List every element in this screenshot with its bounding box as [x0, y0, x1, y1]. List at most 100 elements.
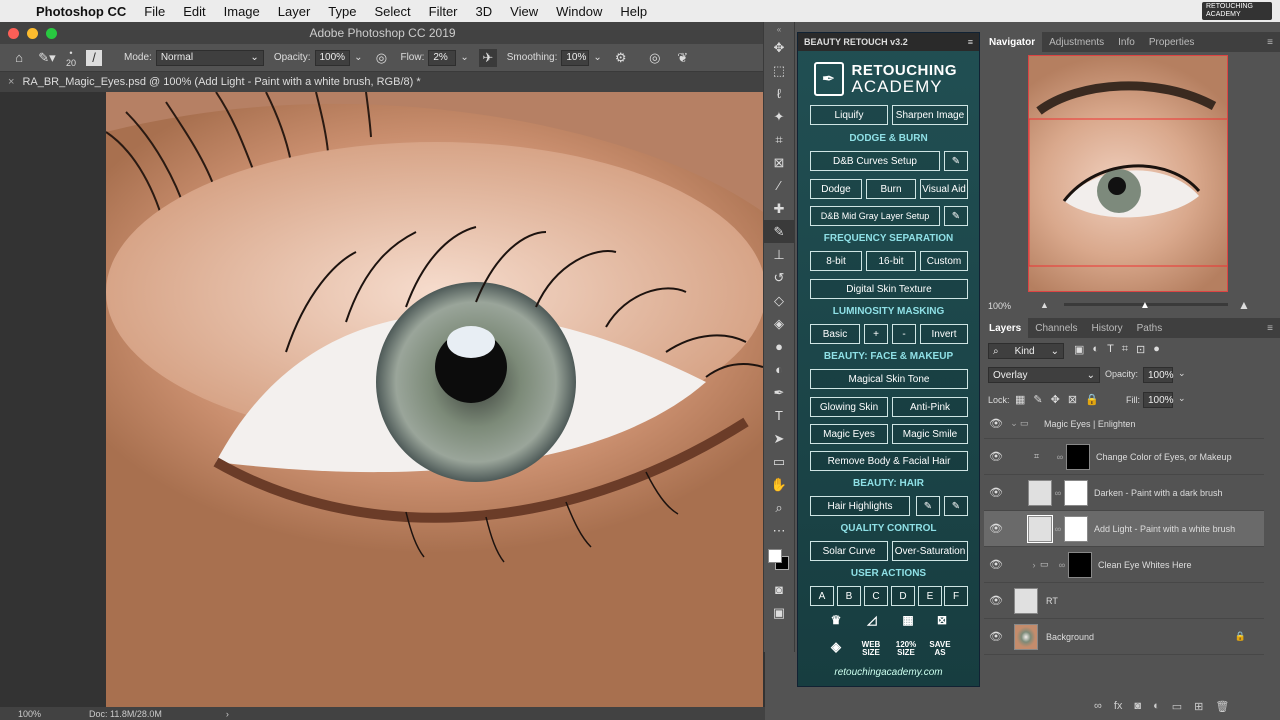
db-curves-setup-button[interactable]: D&B Curves Setup	[810, 151, 940, 171]
gear-icon[interactable]: ⚙	[612, 49, 630, 67]
size-120-button[interactable]: 120% SIZE	[893, 641, 919, 657]
lock-transparent-icon[interactable]: ▦	[1015, 393, 1025, 406]
lock-icon[interactable]: 🔒	[1235, 631, 1246, 642]
pressure-size-icon[interactable]: ◎	[646, 49, 664, 67]
type-tool-icon[interactable]: T	[764, 404, 794, 427]
lock-artboard-icon[interactable]: ⊠	[1068, 393, 1077, 406]
chevron-down-icon[interactable]: ⌄	[1008, 418, 1020, 429]
freq-16bit-button[interactable]: 16-bit	[866, 251, 916, 271]
user-action-b-button[interactable]: B	[837, 586, 861, 606]
glowing-skin-button[interactable]: Glowing Skin	[810, 397, 888, 417]
eye-icon[interactable]: 👁	[984, 522, 1008, 535]
anti-pink-button[interactable]: Anti-Pink	[892, 397, 968, 417]
tab-history[interactable]: History	[1085, 323, 1130, 334]
menu-view[interactable]: View	[510, 4, 538, 19]
link-layers-icon[interactable]: ∞	[1094, 700, 1102, 713]
freq-8bit-button[interactable]: 8-bit	[810, 251, 862, 271]
burn-button[interactable]: Burn	[866, 179, 916, 199]
tab-info[interactable]: Info	[1111, 37, 1142, 48]
user-action-f-button[interactable]: F	[944, 586, 968, 606]
over-saturation-button[interactable]: Over-Saturation	[892, 541, 968, 561]
menu-type[interactable]: Type	[328, 4, 356, 19]
trash-icon[interactable]: 🗑	[1215, 700, 1229, 713]
brush-icon[interactable]: ✎	[944, 151, 968, 171]
brush-panel-icon[interactable]: /	[86, 49, 103, 66]
layer-mask-thumbnail[interactable]	[1064, 515, 1088, 542]
status-zoom[interactable]: 100%	[18, 709, 41, 719]
link-icon[interactable]: ∞	[1054, 452, 1066, 462]
curves-icon[interactable]: ◿	[862, 614, 882, 626]
tab-paths[interactable]: Paths	[1130, 323, 1170, 334]
layers-icon[interactable]: ◈	[826, 640, 846, 653]
menu-filter[interactable]: Filter	[429, 4, 458, 19]
tab-navigator[interactable]: Navigator	[982, 32, 1043, 52]
user-action-c-button[interactable]: C	[864, 586, 888, 606]
layer-thumbnail[interactable]	[1014, 587, 1038, 614]
layer-thumbnail[interactable]	[1027, 514, 1053, 543]
type-filter-icon[interactable]: T	[1107, 343, 1114, 356]
layer-row-rt[interactable]: 👁 RT	[984, 583, 1264, 619]
web-size-button[interactable]: WEB SIZE	[858, 641, 884, 657]
liquify-button[interactable]: Liquify	[810, 105, 888, 125]
more-tools-icon[interactable]: ⋯	[764, 519, 794, 542]
eye-icon[interactable]: 👁	[984, 594, 1008, 607]
lum-invert-button[interactable]: Invert	[920, 324, 968, 344]
chevron-down-icon[interactable]: ⌄	[354, 52, 362, 63]
eye-photo[interactable]	[106, 92, 763, 707]
panel-menu-icon[interactable]: ≡	[1260, 37, 1280, 48]
tab-properties[interactable]: Properties	[1142, 37, 1202, 48]
layer-thumbnail[interactable]	[1014, 623, 1038, 650]
eye-icon[interactable]: 👁	[984, 630, 1008, 643]
mode-dropdown[interactable]: Normal ⌄	[155, 49, 264, 66]
crown-icon[interactable]: ♛	[826, 614, 846, 626]
menu-help[interactable]: Help	[620, 4, 647, 19]
menu-layer[interactable]: Layer	[278, 4, 311, 19]
new-group-icon[interactable]: ▭	[1172, 700, 1182, 713]
marquee-tool-icon[interactable]: ⬚	[764, 59, 794, 82]
lasso-tool-icon[interactable]: ℓ	[764, 82, 794, 105]
eye-icon[interactable]: 👁	[984, 486, 1008, 499]
tab-adjustments[interactable]: Adjustments	[1042, 37, 1111, 48]
tab-channels[interactable]: Channels	[1028, 323, 1084, 334]
dodge-button[interactable]: Dodge	[810, 179, 862, 199]
filter-toggle-icon[interactable]: ●	[1153, 343, 1160, 356]
user-action-d-button[interactable]: D	[891, 586, 915, 606]
fx-icon[interactable]: fx	[1114, 700, 1123, 713]
layer-mask-thumbnail[interactable]	[1066, 443, 1090, 470]
panel-menu-icon[interactable]: ≡	[1260, 323, 1280, 334]
menu-edit[interactable]: Edit	[183, 4, 205, 19]
layer-thumbnail[interactable]	[1028, 479, 1052, 506]
path-selection-tool-icon[interactable]: ➤	[764, 427, 794, 450]
menu-image[interactable]: Image	[224, 4, 260, 19]
menu-select[interactable]: Select	[374, 4, 410, 19]
hair-highlights-button[interactable]: Hair Highlights	[810, 496, 910, 516]
layer-mask-thumbnail[interactable]	[1064, 479, 1088, 506]
layer-opacity-field[interactable]: 100%	[1143, 367, 1174, 383]
navigator-thumbnail[interactable]	[1028, 55, 1228, 292]
menu-file[interactable]: File	[144, 4, 165, 19]
chevron-down-icon[interactable]: ⌄	[1178, 368, 1186, 379]
pen-tool-icon[interactable]: ✒	[764, 381, 794, 404]
blend-mode-dropdown[interactable]: Overlay ⌄	[988, 367, 1100, 383]
blur-tool-icon[interactable]: ●	[764, 335, 794, 358]
smart-object-filter-icon[interactable]: ⊡	[1136, 343, 1145, 356]
layer-filter-dropdown[interactable]: ⌕ Kind ⌄	[988, 343, 1064, 359]
screen-mode-icon[interactable]: ▣	[764, 601, 794, 624]
dodge-tool-icon[interactable]: ◐	[764, 358, 794, 381]
sharpen-image-button[interactable]: Sharpen Image	[892, 105, 968, 125]
home-icon[interactable]: ⌂	[10, 49, 28, 67]
zoom-in-icon[interactable]: ▲	[1238, 298, 1250, 312]
link-icon[interactable]: ∞	[1056, 560, 1068, 570]
zoom-out-icon[interactable]: ▲	[1040, 300, 1049, 310]
hair-brush-1-icon[interactable]: ✎	[916, 496, 940, 516]
paint-bucket-tool-icon[interactable]: ◈	[764, 312, 794, 335]
remove-body-facial-hair-button[interactable]: Remove Body & Facial Hair	[810, 451, 968, 471]
grid-icon[interactable]: ▦	[898, 614, 918, 626]
slider-handle[interactable]: ▲	[1140, 300, 1150, 311]
visual-aid-button[interactable]: Visual Aid	[920, 179, 968, 199]
close-tab-icon[interactable]: ×	[8, 76, 14, 88]
save-as-button[interactable]: SAVE AS	[927, 641, 953, 657]
menu-3d[interactable]: 3D	[476, 4, 493, 19]
group-mask-thumbnail[interactable]	[1068, 551, 1092, 578]
rectangle-tool-icon[interactable]: ▭	[764, 450, 794, 473]
